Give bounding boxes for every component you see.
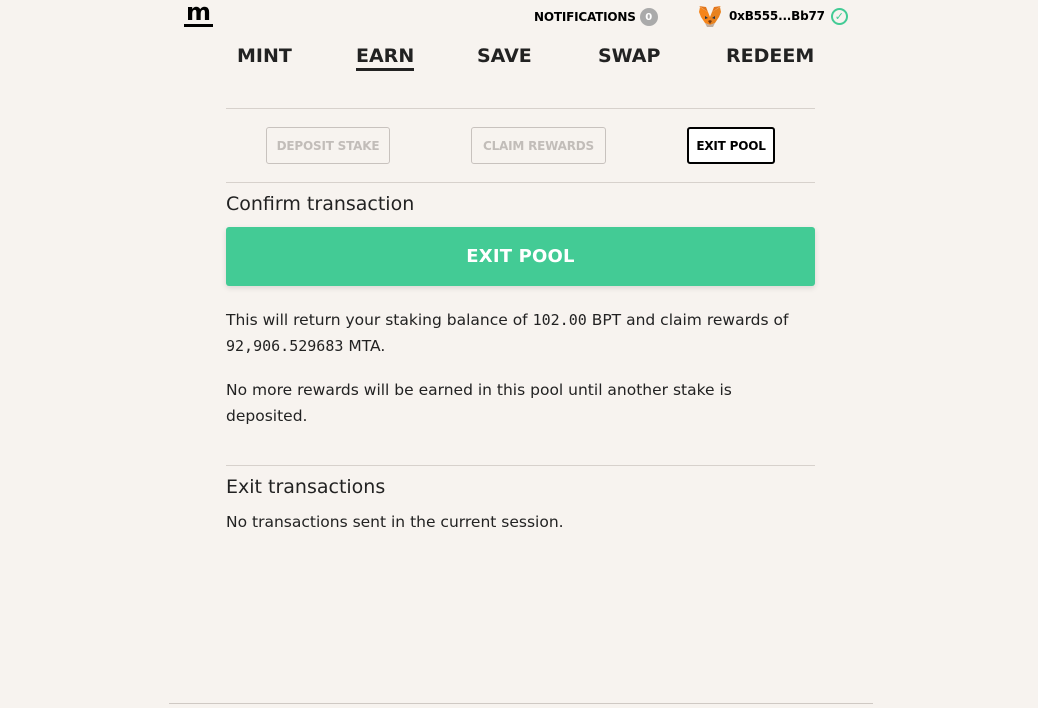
exit-summary-text: This will return your staking balance of… <box>226 307 815 359</box>
mstable-logo[interactable]: m <box>184 0 214 27</box>
exit-note-text: No more rewards will be earned in this p… <box>226 381 732 425</box>
summary-middle: BPT and claim rewards of <box>591 311 789 329</box>
exit-pool-button[interactable]: EXIT POOL <box>226 227 815 286</box>
notifications-label: NOTIFICATIONS <box>534 10 636 24</box>
main-nav: MINT EARN SAVE SWAP REDEEM <box>0 44 1038 76</box>
claim-rewards-tab[interactable]: CLAIM REWARDS <box>471 127 606 164</box>
exit-transactions-heading: Exit transactions <box>226 476 386 498</box>
check-circle-icon: ✓ <box>830 7 848 25</box>
summary-suffix: MTA. <box>348 337 386 355</box>
divider <box>226 465 815 466</box>
confirm-transaction-heading: Confirm transaction <box>226 193 415 215</box>
notifications-button[interactable]: NOTIFICATIONS 0 <box>534 8 658 26</box>
footer-divider <box>169 703 873 704</box>
tab-save[interactable]: SAVE <box>477 44 532 68</box>
summary-prefix: This will return your staking balance of <box>226 311 528 329</box>
notifications-count-badge: 0 <box>639 8 658 26</box>
divider <box>226 182 815 183</box>
exit-pool-tab[interactable]: EXIT POOL <box>687 127 775 164</box>
no-transactions-text: No transactions sent in the current sess… <box>226 513 564 531</box>
account-button[interactable]: 0xB555...Bb77 ✓ <box>697 3 848 29</box>
rewards-amount-value: 92,906.529683 <box>226 337 344 355</box>
divider <box>226 108 815 109</box>
tab-earn[interactable]: EARN <box>356 44 415 71</box>
staking-balance-value: 102.00 <box>532 311 587 329</box>
tab-swap[interactable]: SWAP <box>598 44 660 68</box>
metamask-fox-icon <box>697 3 723 29</box>
deposit-stake-tab[interactable]: DEPOSIT STAKE <box>266 127 390 164</box>
tab-redeem[interactable]: REDEEM <box>726 44 814 68</box>
tab-mint[interactable]: MINT <box>237 44 292 68</box>
account-address: 0xB555...Bb77 <box>729 9 825 23</box>
